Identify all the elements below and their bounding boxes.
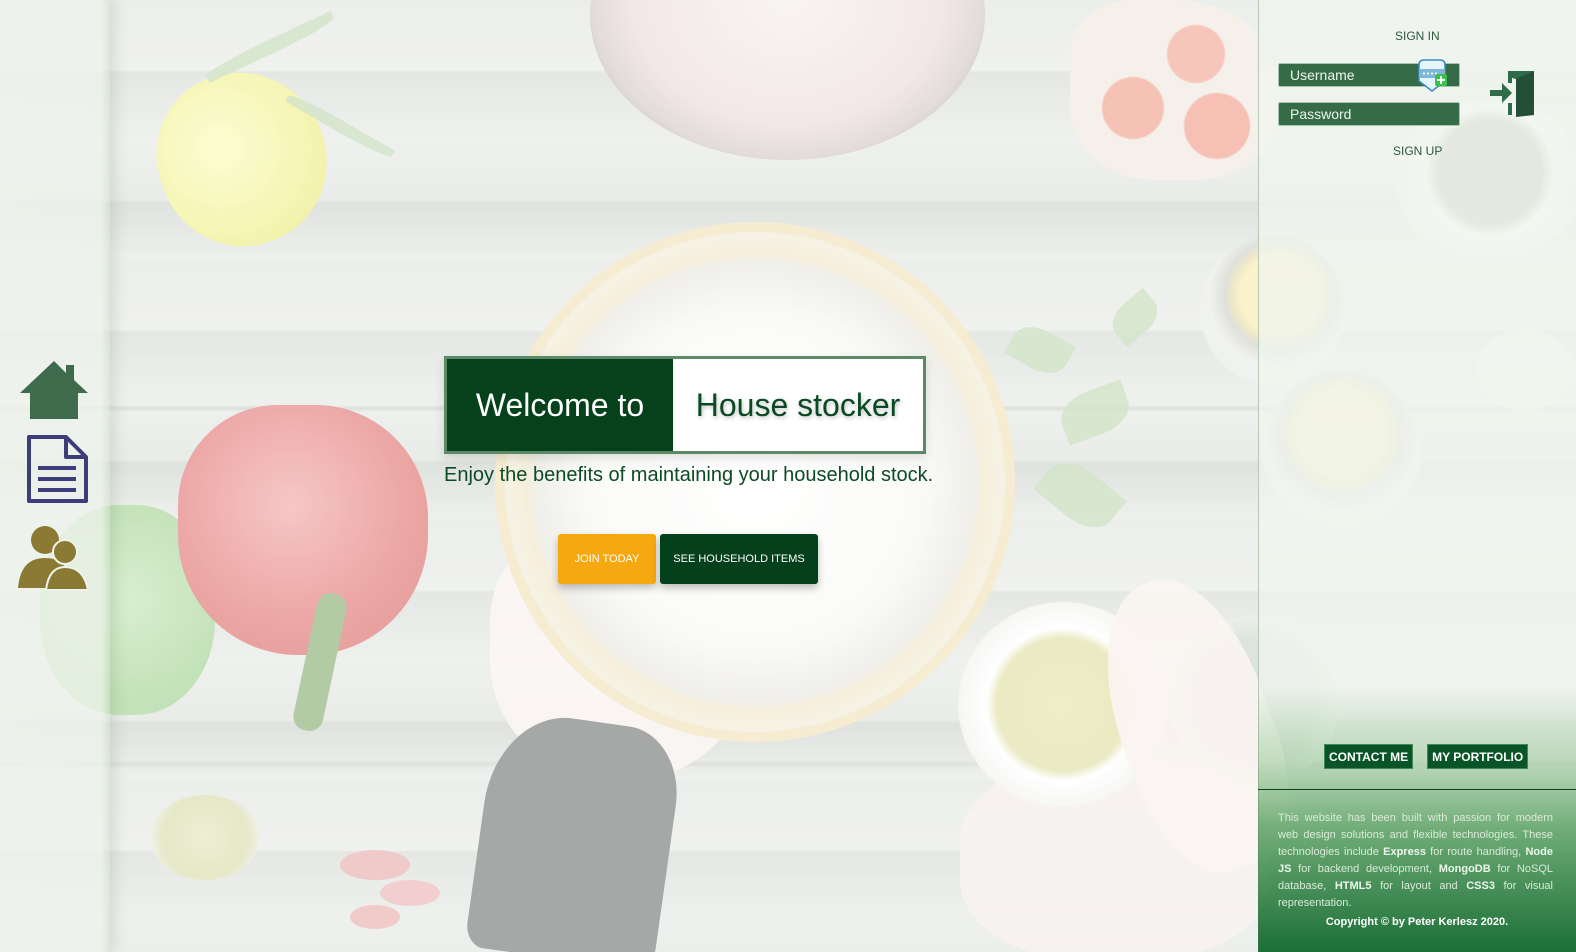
copyright: Copyright © by Peter Kerlesz 2020. [1325, 916, 1509, 928]
about-text-part: for route handling, [1425, 846, 1526, 858]
contact-me-button[interactable]: CONTACT ME [1324, 744, 1414, 769]
left-sidebar [0, 0, 110, 952]
tech-express: Express [1383, 846, 1426, 858]
welcome-banner: Welcome to House stocker [444, 356, 926, 454]
password-field[interactable] [1278, 102, 1460, 126]
footer-buttons: CONTACT ME MY PORTFOLIO [1324, 744, 1529, 769]
login-icon[interactable] [1488, 67, 1538, 119]
tech-mongodb: MongoDB [1438, 863, 1491, 875]
sign-in-label[interactable]: SIGN IN [1395, 29, 1440, 43]
sign-up-link[interactable]: SIGN UP [1393, 144, 1442, 158]
footer-divider [1258, 789, 1576, 790]
password-manager-icon[interactable] [1416, 59, 1448, 93]
my-portfolio-button[interactable]: MY PORTFOLIO [1427, 744, 1529, 769]
about-text-part: for layout and [1371, 880, 1467, 892]
tech-html5: HTML5 [1334, 880, 1372, 892]
document-icon[interactable] [21, 433, 93, 505]
welcome-text: Welcome to [447, 359, 673, 451]
users-icon[interactable] [18, 522, 90, 594]
tagline: Enjoy the benefits of maintaining your h… [444, 464, 934, 486]
join-today-button[interactable]: JOIN TODAY [558, 534, 656, 584]
home-icon[interactable] [18, 355, 90, 427]
about-text: This website has been built with passion… [1278, 810, 1553, 912]
see-household-items-button[interactable]: SEE HOUSEHOLD ITEMS [660, 534, 818, 584]
app-name: House stocker [673, 359, 923, 451]
hero-section: Welcome to House stocker Enjoy the benef… [444, 356, 934, 487]
hero-buttons: JOIN TODAY SEE HOUSEHOLD ITEMS [558, 534, 818, 584]
about-text-part: for backend development, [1291, 863, 1439, 875]
tech-css3: CSS3 [1466, 880, 1495, 892]
